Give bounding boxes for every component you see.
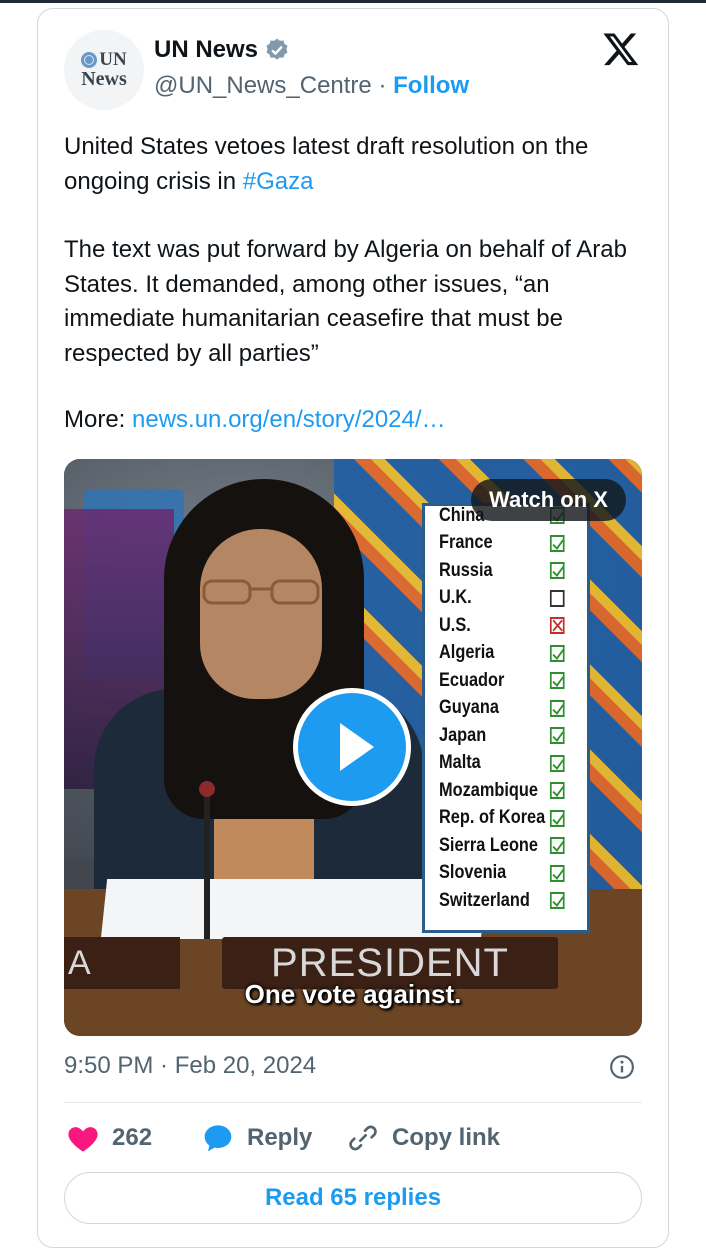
heart-icon — [68, 1127, 98, 1152]
more-label: More: — [64, 406, 133, 433]
vote-row: U.S. — [439, 612, 568, 639]
link-icon — [349, 1125, 377, 1151]
follow-button[interactable]: Follow — [393, 72, 469, 99]
display-name-row[interactable]: UN News — [154, 36, 290, 64]
checkbox-empty-icon — [549, 589, 565, 607]
microphone-icon — [199, 781, 215, 797]
copy-link-label: Copy link — [392, 1124, 501, 1151]
timestamp[interactable]: 9:50 PM · Feb 20, 2024 — [64, 1052, 316, 1080]
watch-on-x-button[interactable]: Watch on X — [471, 479, 626, 521]
divider — [64, 1102, 642, 1103]
vote-country: Rep. of Korea — [439, 807, 546, 828]
reply-bubble-icon — [204, 1125, 232, 1152]
vote-row: Ecuador — [439, 667, 568, 694]
story-link[interactable]: news.un.org/en/story/2024/… — [132, 406, 446, 433]
vote-country: Switzerland — [439, 889, 530, 911]
video-player[interactable]: A PRESIDENT China France Russia U.K. U.S. Alg… — [64, 459, 642, 1036]
vote-country: Japan — [439, 724, 487, 746]
avatar[interactable]: UN News — [64, 30, 144, 110]
vote-country: France — [439, 532, 493, 553]
vote-row: Switzerland — [439, 887, 568, 914]
vote-row: Guyana — [439, 695, 568, 722]
checkbox-checked-icon — [549, 837, 565, 854]
vote-row: Algeria — [439, 640, 568, 667]
checkbox-checked-icon — [549, 727, 565, 744]
like-count: 262 — [112, 1124, 153, 1151]
checkbox-checked-icon — [549, 534, 565, 552]
display-name[interactable]: UN News — [154, 36, 258, 64]
checkbox-checked-icon — [549, 892, 565, 909]
checkbox-checked-icon — [549, 699, 565, 717]
vote-row: Rep. of Korea — [439, 805, 568, 832]
vote-country: Malta — [439, 752, 481, 773]
play-icon[interactable] — [293, 688, 411, 806]
info-icon[interactable] — [609, 1054, 635, 1080]
vote-row: Malta — [439, 750, 568, 777]
verified-badge-icon — [266, 38, 288, 60]
checkbox-checked-icon — [549, 809, 565, 827]
un-globe-icon — [81, 51, 98, 68]
handle-row: @UN_News_Centre · Follow — [154, 72, 469, 100]
vote-country: Guyana — [439, 697, 499, 718]
avatar-text-news: News — [81, 68, 127, 91]
vote-row: Slovenia — [439, 860, 568, 887]
vote-row: Russia — [439, 557, 568, 584]
vote-row: Japan — [439, 722, 568, 749]
tweet-text-para2: The text was put forward by Algeria on b… — [64, 236, 627, 367]
microphone-stand — [204, 789, 210, 939]
tweet-text-more: More: news.un.org/en/story/2024/… — [64, 403, 644, 438]
read-replies-button[interactable]: Read 65 replies — [64, 1172, 642, 1224]
vote-row: France — [439, 530, 568, 557]
top-border — [0, 0, 706, 3]
vote-country: Algeria — [439, 642, 495, 663]
like-button[interactable]: 262 — [66, 1120, 152, 1156]
checkbox-checked-icon — [549, 562, 565, 579]
vote-row: Mozambique — [439, 777, 568, 804]
checkbox-checked-icon — [549, 864, 565, 882]
checkbox-crossed-icon — [549, 617, 565, 634]
glasses-icon — [202, 579, 320, 605]
vote-country: Russia — [439, 559, 493, 581]
avatar-text-un: UN — [99, 48, 127, 70]
video-caption: One vote against. — [244, 979, 462, 1009]
vote-row: U.K. — [439, 585, 568, 612]
vote-country: U.K. — [439, 587, 472, 608]
checkbox-checked-icon — [549, 672, 565, 689]
copy-link-button[interactable]: Copy link — [346, 1120, 500, 1156]
speaker-face — [200, 529, 322, 699]
tweet-text-para1: United States vetoes latest draft resolu… — [64, 130, 644, 199]
vote-row: Sierra Leone — [439, 832, 568, 859]
reply-label: Reply — [247, 1124, 313, 1151]
tweet-text-line1: United States vetoes latest draft resolu… — [64, 133, 589, 195]
vote-country: Ecuador — [439, 669, 505, 691]
checkbox-checked-icon — [549, 644, 565, 662]
checkbox-checked-icon — [549, 754, 565, 772]
x-logo-icon[interactable] — [601, 30, 641, 68]
checkbox-checked-icon — [549, 782, 565, 799]
separator: · — [378, 72, 387, 99]
vote-country: Slovenia — [439, 862, 507, 883]
vote-country: U.S. — [439, 614, 471, 636]
vote-tally-panel: China France Russia U.K. U.S. Algeria Ecuador G… — [422, 503, 590, 933]
hashtag-link[interactable]: #Gaza — [243, 168, 314, 195]
handle[interactable]: @UN_News_Centre — [154, 72, 372, 99]
reply-button[interactable]: Reply — [201, 1120, 312, 1156]
vote-country: Sierra Leone — [439, 834, 538, 856]
vote-country: Mozambique — [439, 779, 538, 801]
